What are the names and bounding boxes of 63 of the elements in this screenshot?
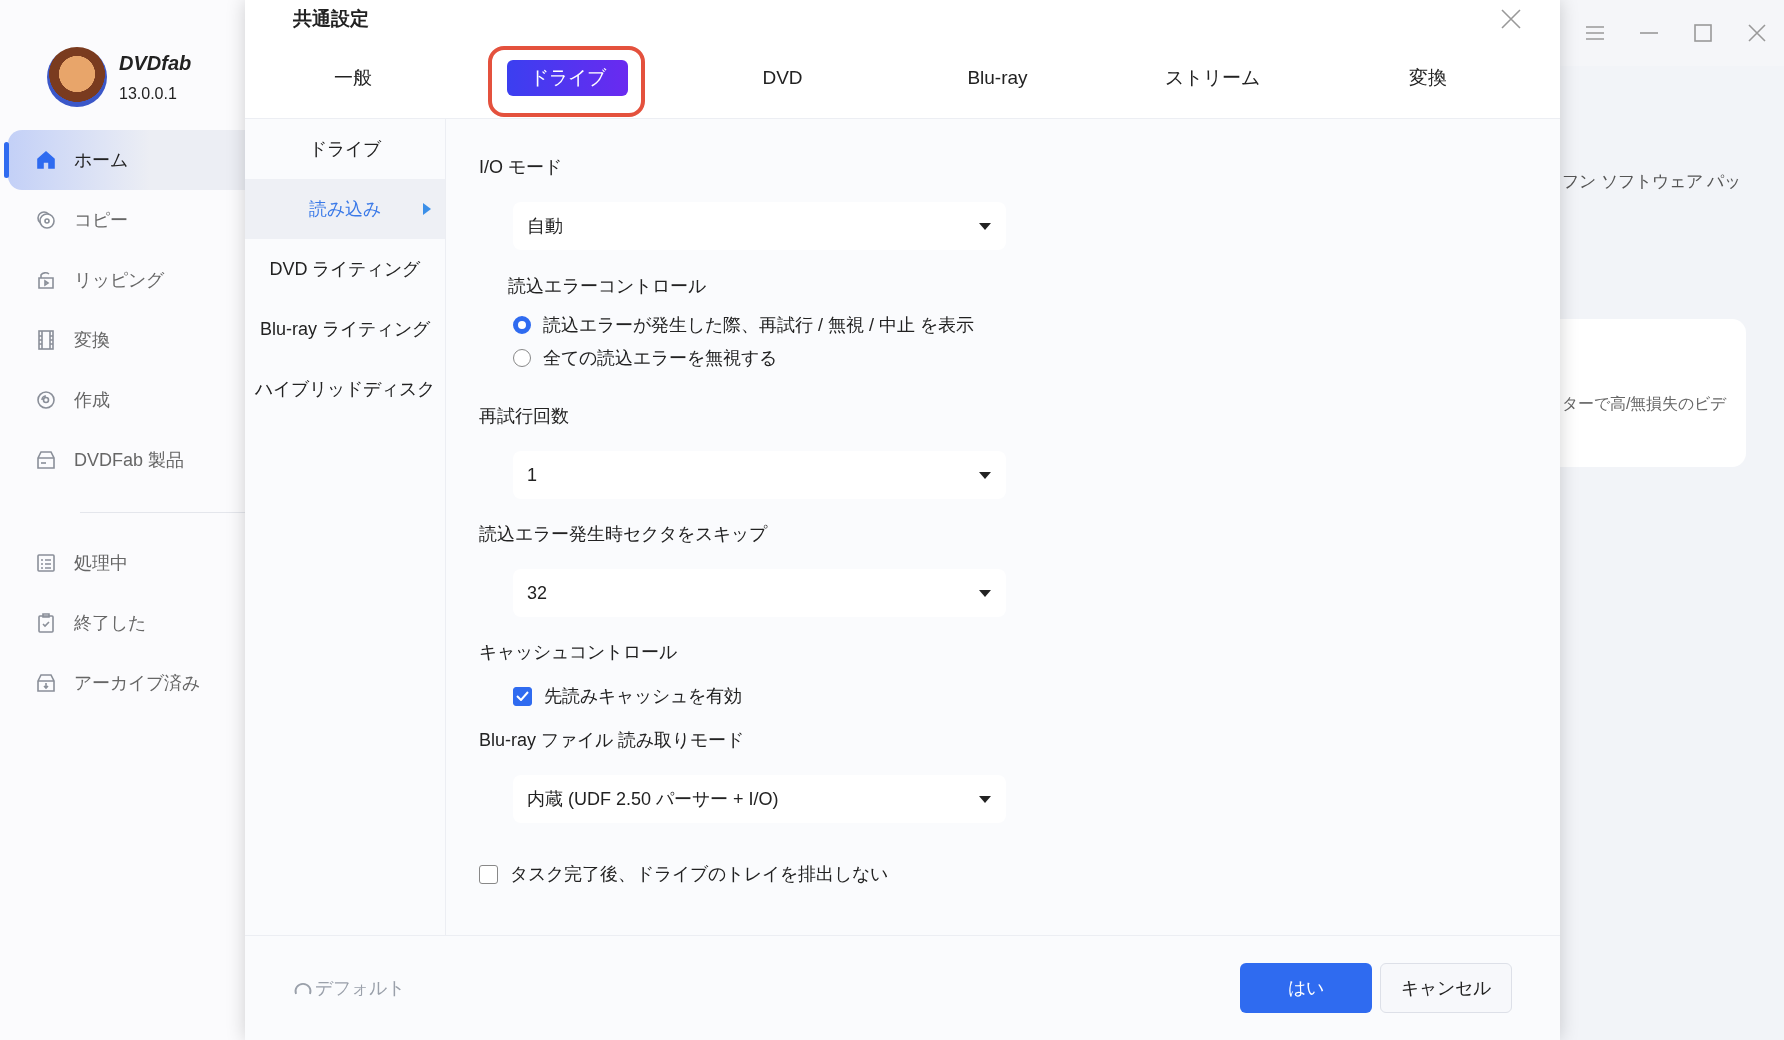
triangle-right-icon: [423, 203, 431, 215]
tab[interactable]: 一般: [311, 60, 394, 96]
tab[interactable]: Blu-ray: [945, 60, 1050, 96]
caret-down-icon: [978, 588, 992, 598]
sidebar-item[interactable]: DVDFab 製品: [0, 430, 245, 490]
subnav-item[interactable]: ドライブ: [309, 137, 381, 161]
section-label: 再試行回数: [479, 405, 569, 428]
tab[interactable]: DVD: [740, 60, 825, 96]
home-icon: [34, 148, 58, 172]
box-icon: [34, 448, 58, 472]
option-label: 全ての読込エラーを無視する: [543, 346, 777, 370]
close-icon: [1746, 22, 1768, 44]
subnav-item[interactable]: 読み込み: [309, 197, 381, 221]
sidebar-item[interactable]: 作成: [0, 370, 245, 430]
tab[interactable]: 変換: [1386, 60, 1469, 96]
option-label: 読込エラーが発生した際、再試行 / 無視 / 中止 を表示: [543, 313, 974, 337]
tab[interactable]: ドライブ: [507, 60, 628, 96]
section-label: Blu-ray ファイル 読み取りモード: [479, 729, 745, 752]
radio-button[interactable]: [513, 315, 531, 334]
maximize-icon: [1692, 22, 1714, 44]
close-button[interactable]: [1746, 22, 1768, 44]
checkbox-label: タスク完了後、ドライブのトレイを排出しない: [510, 863, 888, 886]
radio-button[interactable]: [513, 348, 531, 367]
close-icon: [1500, 8, 1522, 30]
section-label: 読込エラー発生時セクタをスキップ: [479, 523, 767, 546]
app-logo: [47, 47, 107, 107]
tab[interactable]: ストリーム: [1143, 60, 1282, 96]
sidebar-item[interactable]: アーカイブ済み: [0, 653, 245, 713]
app-version: 13.0.0.1: [119, 84, 178, 103]
close-button[interactable]: [1500, 8, 1522, 30]
sidebar-item[interactable]: 変換: [0, 310, 245, 370]
sidebar-item[interactable]: コピー: [0, 190, 245, 250]
caret-down-icon: [978, 470, 992, 480]
dropdown[interactable]: 内蔵 (UDF 2.50 パーサー + I/O): [513, 775, 1006, 823]
cancel-button[interactable]: キャンセル: [1380, 963, 1512, 1013]
app-name: DVDfab: [119, 51, 192, 75]
group-label: 読込エラーコントロール: [508, 275, 706, 298]
disc-icon: [34, 388, 58, 412]
minimize-icon: [1638, 32, 1660, 34]
dropdown[interactable]: 32: [513, 569, 1006, 617]
banner-text: フン ソフトウェア パッ: [1561, 171, 1743, 193]
section-label: I/O モード: [479, 156, 562, 179]
ok-button[interactable]: はい: [1240, 963, 1372, 1013]
subnav-item[interactable]: DVD ライティング: [269, 257, 421, 281]
checkbox[interactable]: [479, 864, 498, 884]
dialog-title: 共通設定: [293, 7, 369, 31]
caret-down-icon: [978, 221, 992, 231]
maximize-button[interactable]: [1692, 22, 1714, 44]
archive-box-icon: [34, 671, 58, 695]
sidebar-item[interactable]: リッピング: [0, 250, 245, 310]
subnav-item[interactable]: ハイブリッドディスク: [255, 377, 435, 401]
sidebar-item[interactable]: 処理中: [0, 533, 245, 593]
caret-down-icon: [978, 794, 992, 804]
dropdown[interactable]: 自動: [513, 202, 1006, 250]
subnav-item[interactable]: Blu-ray ライティング: [260, 317, 430, 341]
section-label: キャッシュコントロール: [479, 641, 677, 664]
checkbox-label: 先読みキャッシュを有効: [544, 685, 742, 708]
discs-icon: [34, 208, 58, 232]
list-icon: [34, 551, 58, 575]
dropdown[interactable]: 1: [513, 451, 1006, 499]
card-text: ターで高/無損失のビデ: [1561, 393, 1727, 414]
sidebar-item[interactable]: 終了した: [0, 593, 245, 653]
checkbox[interactable]: [513, 686, 532, 706]
